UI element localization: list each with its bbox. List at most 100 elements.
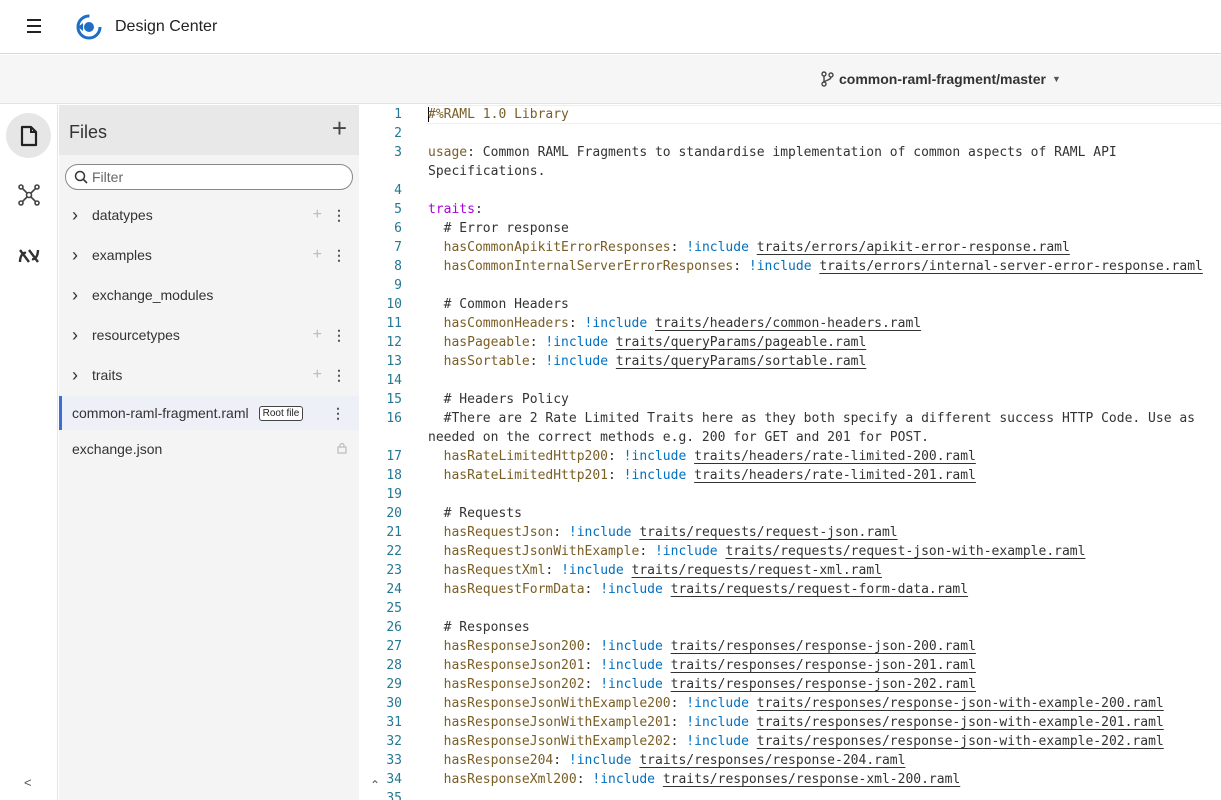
exchange-rail-button[interactable]	[6, 233, 51, 278]
include-path-link[interactable]: traits/requests/request-json-with-exampl…	[725, 544, 1085, 559]
code-line: 19	[360, 485, 1221, 504]
more-options-icon[interactable]: ⋮	[332, 207, 346, 224]
code-token: hasResponseJsonWithExample201	[428, 715, 671, 730]
folder-exchange-modules[interactable]: › exchange_modules	[59, 280, 359, 310]
file-item[interactable]: common-raml-fragment.raml Root file ⋮	[59, 396, 359, 430]
code-line: 6 # Error response	[360, 219, 1221, 238]
include-path-link[interactable]: traits/responses/response-204.raml	[639, 753, 905, 768]
code-token: needed on the correct methods e.g. 200 f…	[428, 430, 929, 445]
filter-field[interactable]	[65, 164, 353, 190]
add-icon[interactable]: +	[313, 206, 322, 224]
code-token: :	[608, 449, 624, 464]
code-line: 30 hasResponseJsonWithExample200: !inclu…	[360, 694, 1221, 713]
code-line: 34 hasResponseXml200: !include traits/re…	[360, 770, 1221, 789]
code-token: # Headers Policy	[428, 392, 569, 407]
include-path-link[interactable]: traits/responses/response-xml-200.raml	[663, 772, 960, 787]
code-line: 5 traits:	[360, 200, 1221, 219]
line-number: 32	[386, 734, 402, 749]
code-token: :	[584, 582, 601, 597]
include-path-link[interactable]: traits/responses/response-json-200.raml	[671, 639, 976, 654]
files-rail-button[interactable]	[6, 113, 51, 158]
line-number: 10	[386, 297, 402, 312]
include-path-link[interactable]: traits/requests/request-json.raml	[639, 525, 897, 540]
code-token: !include	[584, 316, 648, 331]
line-number: 19	[386, 487, 402, 502]
scroll-up-icon[interactable]: ⌃	[370, 778, 380, 792]
more-options-icon[interactable]: ⋮	[331, 405, 345, 422]
folder-datatypes[interactable]: › datatypes + ⋮	[59, 200, 359, 230]
include-path-link[interactable]: traits/errors/apikit-error-response.raml	[757, 240, 1070, 255]
line-number: 11	[386, 316, 402, 331]
collapse-rail-button[interactable]: <	[24, 775, 32, 790]
chevron-right-icon[interactable]: ›	[72, 325, 82, 346]
include-path-link[interactable]: traits/requests/request-xml.raml	[632, 563, 882, 578]
file-item[interactable]: exchange.json	[59, 432, 359, 466]
code-token: hasRequestJson	[428, 525, 554, 540]
code-token: hasResponse204	[428, 753, 554, 768]
folder-traits[interactable]: › traits + ⋮	[59, 360, 359, 390]
line-number: 5	[394, 202, 402, 217]
menu-icon[interactable]	[27, 19, 41, 33]
more-options-icon[interactable]: ⋮	[332, 247, 346, 264]
add-icon[interactable]: +	[313, 326, 322, 344]
add-icon[interactable]: +	[313, 246, 322, 264]
include-path-link[interactable]: traits/responses/response-json-201.raml	[671, 658, 976, 673]
code-token: :	[670, 715, 687, 730]
line-number: 31	[386, 715, 402, 730]
include-path-link[interactable]: traits/headers/rate-limited-200.raml	[694, 449, 976, 464]
chevron-right-icon[interactable]: ›	[72, 205, 82, 226]
chevron-right-icon[interactable]: ›	[72, 285, 82, 306]
include-path-link[interactable]: traits/requests/request-form-data.raml	[671, 582, 968, 597]
left-rail: <	[0, 105, 58, 800]
folder-resourcetypes[interactable]: › resourcetypes + ⋮	[59, 320, 359, 350]
code-token: :	[670, 240, 687, 255]
code-token: :	[639, 544, 655, 559]
code-text: hasResponseJson201: !include traits/resp…	[428, 656, 976, 675]
code-token: :	[553, 753, 569, 768]
code-token: hasPageable	[428, 335, 530, 350]
add-icon[interactable]: +	[313, 366, 322, 384]
include-path-link[interactable]: traits/queryParams/sortable.raml	[616, 354, 866, 369]
code-token: :	[545, 563, 562, 578]
code-token: !include	[623, 468, 687, 483]
code-token: !include	[561, 563, 624, 578]
include-path-link[interactable]: traits/queryParams/pageable.raml	[616, 335, 866, 350]
code-token: hasRequestJsonWithExample	[428, 544, 640, 559]
code-editor[interactable]: 1 #%RAML 1.0 Library 2 3 usage: Common RAML …	[360, 105, 1221, 800]
include-path-link[interactable]: traits/headers/rate-limited-201.raml	[694, 468, 976, 483]
code-token: hasRateLimitedHttp201	[428, 468, 609, 483]
add-file-button[interactable]: +	[332, 115, 347, 141]
code-text: usage: Common RAML Fragments to standard…	[428, 143, 1117, 162]
code-token: hasResponseJson200	[428, 639, 585, 654]
folder-label: examples	[92, 247, 152, 263]
branch-selector[interactable]: common-raml-fragment/master ▼	[820, 71, 1061, 87]
code-token: :	[733, 259, 749, 274]
code-token: :	[553, 525, 569, 540]
dependencies-rail-button[interactable]	[6, 172, 51, 217]
include-path-link[interactable]: traits/responses/response-json-with-exam…	[757, 696, 1164, 711]
chevron-right-icon[interactable]: ›	[72, 365, 82, 386]
files-title: Files	[69, 122, 108, 142]
include-path-link[interactable]: traits/responses/response-json-with-exam…	[757, 715, 1164, 730]
folder-examples[interactable]: › examples + ⋮	[59, 240, 359, 270]
include-path-link[interactable]: traits/responses/response-json-with-exam…	[757, 734, 1164, 749]
code-token: # Error response	[428, 221, 569, 236]
more-options-icon[interactable]: ⋮	[332, 367, 346, 384]
more-options-icon[interactable]: ⋮	[332, 327, 346, 344]
code-token: !include	[600, 677, 663, 692]
code-line: needed on the correct methods e.g. 200 f…	[360, 428, 1221, 447]
line-number: 16	[386, 411, 402, 426]
code-token: !include	[686, 240, 749, 255]
code-token: !include	[600, 639, 663, 654]
include-path-link[interactable]: traits/responses/response-json-202.raml	[671, 677, 976, 692]
include-path-link[interactable]: traits/headers/common-headers.raml	[655, 316, 921, 331]
include-path-link[interactable]: traits/errors/internal-server-error-resp…	[819, 259, 1203, 274]
code-text: hasPageable: !include traits/queryParams…	[428, 333, 867, 352]
chevron-right-icon[interactable]: ›	[72, 245, 82, 266]
folder-label: traits	[92, 367, 123, 383]
branch-label: common-raml-fragment/master	[839, 71, 1046, 87]
filter-input[interactable]	[92, 168, 342, 186]
